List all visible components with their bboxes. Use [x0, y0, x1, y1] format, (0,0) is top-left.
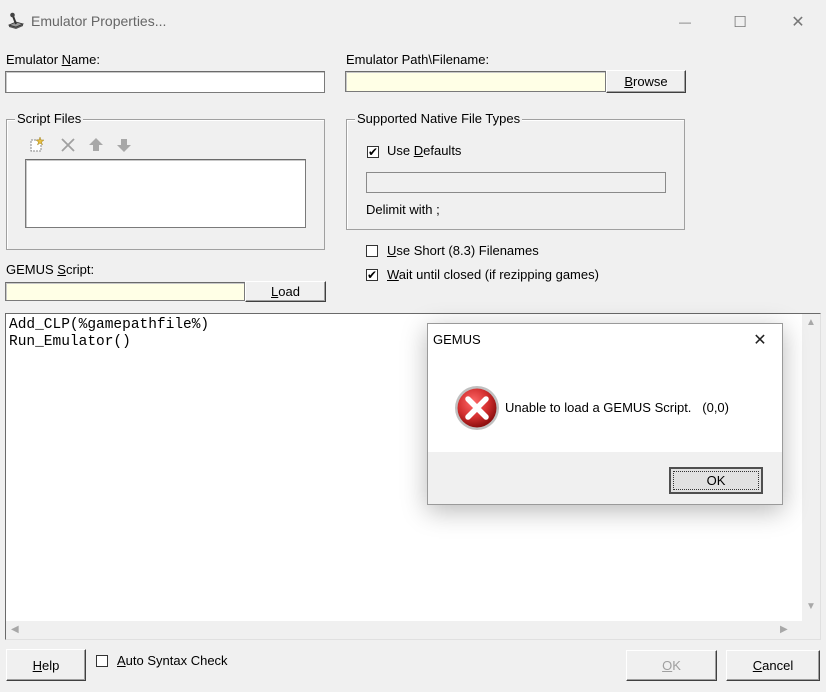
window-title: Emulator Properties...	[31, 13, 167, 29]
dialog-close-button[interactable]: ✕	[746, 327, 774, 353]
gemus-script-post: cript:	[65, 262, 95, 277]
wait-until-closed-label[interactable]: Wait until closed (if rezipping games)	[387, 267, 599, 282]
cancel-button[interactable]: Cancel	[726, 650, 820, 681]
emulator-path-label: Emulator Path\Filename:	[346, 52, 490, 67]
title-bar: Emulator Properties... — ☐ ✕	[0, 0, 826, 44]
browse-label: rowse	[632, 74, 668, 89]
dialog-message: Unable to load a GEMUS Script. (0,0)	[505, 400, 729, 415]
minimize-button[interactable]: —	[670, 9, 700, 35]
close-icon: ✕	[753, 332, 767, 349]
load-accel: L	[271, 284, 279, 299]
short-filenames-accel: U	[387, 243, 397, 258]
cancel-accel: C	[752, 658, 763, 673]
delete-icon[interactable]	[59, 136, 77, 154]
auto-syntax-label[interactable]: Auto Syntax Check	[117, 653, 228, 668]
short-filenames-text: se Short (8.3) Filenames	[396, 243, 539, 258]
gemus-error-dialog: GEMUS ✕ Unable to load a GEMUS Script. (…	[427, 323, 783, 505]
help-button[interactable]: Help	[6, 649, 86, 681]
help-label: elp	[42, 657, 60, 673]
script-files-list[interactable]	[25, 159, 306, 228]
scroll-down-icon[interactable]: ▼	[806, 601, 816, 612]
native-types-input	[366, 172, 666, 193]
browse-button[interactable]: Browse	[606, 70, 686, 93]
auto-syntax-accel: A	[117, 653, 126, 668]
move-up-icon[interactable]	[87, 136, 105, 154]
use-defaults-label[interactable]: Use Defaults	[387, 143, 461, 158]
error-icon	[455, 386, 499, 430]
scrollbar-corner	[802, 621, 820, 639]
close-icon: ✕	[791, 14, 805, 31]
browse-accel: B	[624, 74, 633, 89]
delimit-label: Delimit with ;	[366, 202, 440, 217]
use-defaults-post: efaults	[423, 143, 462, 158]
ok-button[interactable]: OK	[626, 650, 717, 681]
emulator-name-label-accel: N	[61, 52, 72, 67]
new-file-icon[interactable]	[28, 136, 46, 154]
vertical-scrollbar[interactable]: ▲ ▼	[802, 314, 820, 622]
horizontal-scrollbar[interactable]: ◀ ▶	[6, 621, 802, 639]
scroll-left-icon[interactable]: ◀	[11, 624, 19, 635]
move-down-icon[interactable]	[115, 136, 133, 154]
load-button[interactable]: Load	[245, 281, 326, 302]
emulator-name-input[interactable]	[5, 71, 325, 93]
use-defaults-pre: Use	[387, 143, 414, 158]
script-files-group: Script Files	[6, 111, 325, 250]
native-file-types-title: Supported Native File Types	[355, 111, 523, 126]
short-filenames-checkbox[interactable]	[366, 245, 378, 257]
gemus-script-accel: S	[57, 262, 66, 277]
checkmark-icon: ✔	[366, 268, 378, 282]
gemus-script-input[interactable]	[5, 282, 245, 301]
close-button[interactable]: ✕	[783, 9, 813, 35]
use-defaults-accel: D	[413, 143, 424, 158]
dialog-title: GEMUS	[433, 332, 481, 347]
minimize-icon: —	[679, 15, 691, 29]
wait-until-closed-accel: W	[387, 267, 399, 282]
wait-until-closed-checkbox[interactable]: ✔	[366, 269, 378, 281]
maximize-icon: ☐	[733, 14, 747, 31]
joystick-icon	[7, 12, 25, 29]
use-defaults-checkbox[interactable]: ✔	[367, 146, 379, 158]
maximize-button[interactable]: ☐	[725, 9, 755, 35]
checkmark-icon: ✔	[367, 145, 379, 159]
emulator-name-label-post: ame:	[71, 52, 100, 67]
script-files-title: Script Files	[15, 111, 84, 126]
emulator-path-input[interactable]	[345, 71, 606, 92]
native-file-types-group: Supported Native File Types ✔ Use Defaul…	[346, 111, 685, 230]
scroll-up-icon[interactable]: ▲	[806, 317, 816, 328]
load-label: oad	[278, 284, 300, 299]
ok-label: K	[672, 658, 681, 673]
wait-until-closed-text: ait until closed (if rezipping games)	[398, 267, 599, 282]
dialog-ok-button[interactable]: OK	[669, 467, 763, 494]
gemus-script-pre: GEMUS	[6, 262, 58, 277]
help-accel: H	[32, 657, 43, 673]
gemus-script-label: GEMUS Script:	[6, 262, 94, 277]
script-text[interactable]: Add_CLP(%gamepathfile%) Run_Emulator()	[9, 317, 209, 351]
cancel-label: ancel	[762, 658, 794, 673]
auto-syntax-text: uto Syntax Check	[125, 653, 228, 668]
emulator-name-label: Emulator Name:	[6, 52, 100, 67]
short-filenames-label[interactable]: Use Short (8.3) Filenames	[387, 243, 539, 258]
emulator-name-label-pre: Emulator	[6, 52, 62, 67]
ok-accel: O	[662, 658, 673, 673]
scroll-right-icon[interactable]: ▶	[780, 624, 788, 635]
auto-syntax-checkbox[interactable]	[96, 655, 108, 667]
